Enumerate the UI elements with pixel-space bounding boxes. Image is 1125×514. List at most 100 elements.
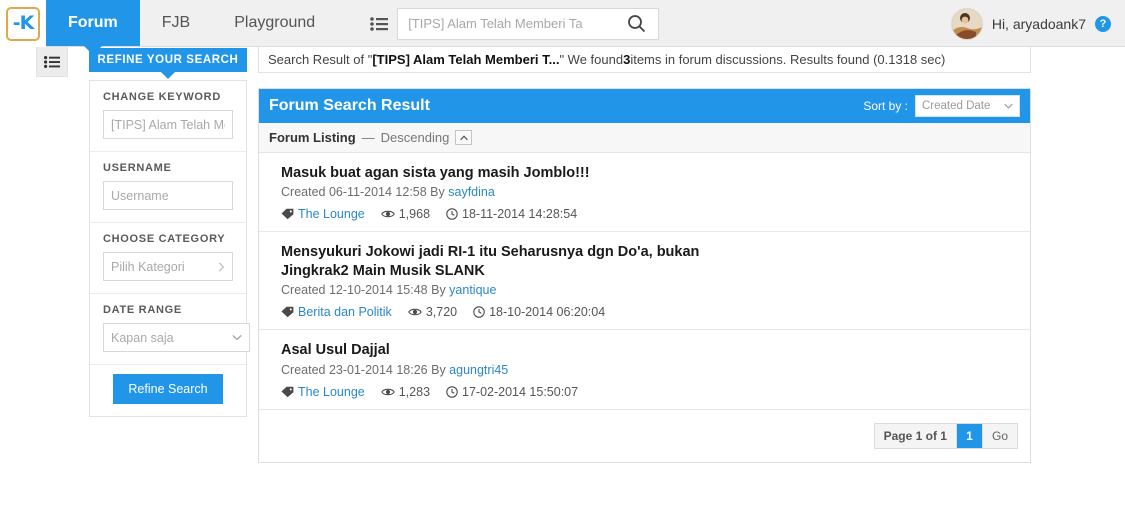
nav-tab-fjb[interactable]: FJB xyxy=(139,0,213,46)
forum-listing-label: Forum Listing xyxy=(269,130,356,145)
date-range-label: DATE RANGE xyxy=(103,304,182,316)
sort-by-value: Created Date xyxy=(922,100,991,112)
date-range-value: Kapan saja xyxy=(111,330,174,345)
list-item[interactable]: Mensyukuri Jokowi jadi RI-1 itu Seharusn… xyxy=(259,232,1030,331)
result-title[interactable]: Asal Usul Dajjal xyxy=(281,341,701,360)
result-meta: The Lounge 1,968 18-11-2014 14:28:54 xyxy=(281,207,1020,221)
choose-category-value: Pilih Kategori xyxy=(111,259,185,274)
result-created-prefix: Created 23-01-2014 18:26 By xyxy=(281,362,450,377)
choose-category-label: CHOOSE CATEGORY xyxy=(103,233,226,245)
notice-count: 3 xyxy=(623,52,631,67)
result-category-group[interactable]: Berita dan Politik xyxy=(281,305,392,319)
tag-icon xyxy=(281,306,294,318)
result-title[interactable]: Mensyukuri Jokowi jadi RI-1 itu Seharusn… xyxy=(281,243,701,281)
result-last-post-date: 17-02-2014 15:50:07 xyxy=(462,384,579,399)
eye-icon xyxy=(407,307,422,317)
result-lastpost-group: 17-02-2014 15:50:07 xyxy=(446,385,578,399)
refine-sidebar: CHANGE KEYWORD USERNAME CHOOSE CATEGORY … xyxy=(89,80,250,417)
go-button[interactable]: Go xyxy=(982,423,1017,448)
chevron-down-icon xyxy=(1004,103,1013,109)
result-created-prefix: Created 12-10-2014 15:48 By xyxy=(281,283,450,298)
result-author-link[interactable]: agungtri45 xyxy=(449,363,508,377)
list-item[interactable]: Masuk buat agan sista yang masih Jomblo!… xyxy=(259,153,1030,233)
pagination-row: Page 1 of 1 1 Go xyxy=(259,409,1030,462)
notice-suffix: items in forum discussions. Results foun… xyxy=(630,52,946,67)
result-category-link[interactable]: Berita dan Politik xyxy=(298,305,392,319)
site-logo[interactable]: -K xyxy=(0,0,46,47)
top-header: -K Forum FJB Playground [TIPS] Alam Tela… xyxy=(0,0,1125,55)
user-area[interactable]: Hi, aryadoank7 ? xyxy=(950,0,1125,47)
result-lastpost-group: 18-11-2014 14:28:54 xyxy=(446,207,577,221)
result-view-count: 3,720 xyxy=(425,305,458,320)
result-category-group[interactable]: The Lounge xyxy=(281,207,365,221)
search-icon[interactable] xyxy=(615,7,660,40)
logo-box-border: -K xyxy=(6,6,40,41)
username-input[interactable] xyxy=(103,181,233,210)
tag-icon xyxy=(281,386,294,398)
username-label: USERNAME xyxy=(103,162,172,174)
search-field-wrap xyxy=(397,7,616,40)
choose-category-select[interactable]: Pilih Kategori xyxy=(103,252,233,281)
result-created-prefix: Created 06-11-2014 12:58 By xyxy=(281,185,449,200)
change-keyword-input[interactable] xyxy=(103,110,233,139)
clock-icon xyxy=(446,385,458,398)
clock-icon xyxy=(473,306,485,319)
notice-query: [TIPS] Alam Telah Memberi T... xyxy=(372,52,560,67)
sort-by-select[interactable]: Created Date xyxy=(915,95,1020,117)
refine-tab-label: REFINE YOUR SEARCH xyxy=(97,54,239,66)
forum-listing-order: Descending xyxy=(380,130,450,145)
nav-tab-playground[interactable]: Playground xyxy=(212,0,338,46)
sidebar-block-username: USERNAME xyxy=(90,152,246,223)
result-views-group: 1,968 xyxy=(380,207,431,222)
forum-listing-bar: Forum Listing — Descending xyxy=(259,123,1030,153)
sort-control: Sort by : Created Date xyxy=(863,95,1020,117)
result-meta: The Lounge 1,283 17-02-2014 15:50:07 xyxy=(281,385,1020,399)
result-view-count: 1,968 xyxy=(398,207,431,222)
list-item[interactable]: Asal Usul Dajjal Created 23-01-2014 18:2… xyxy=(259,330,1030,410)
result-created: Created 23-01-2014 18:26 By agungtri45 xyxy=(281,363,1020,377)
avatar[interactable] xyxy=(950,7,983,40)
refine-your-search-tab[interactable]: REFINE YOUR SEARCH xyxy=(89,48,247,79)
nav-tab-forum[interactable]: Forum xyxy=(46,0,140,55)
result-author-link[interactable]: yantique xyxy=(449,283,496,297)
question-mark-icon[interactable]: ? xyxy=(1095,15,1111,32)
sort-direction-toggle-icon[interactable] xyxy=(455,130,473,145)
tag-icon xyxy=(281,208,294,220)
sidebar-block-daterange: DATE RANGE Kapan saja xyxy=(90,294,250,365)
kaskus-k-icon: -K xyxy=(12,12,35,34)
result-created: Created 06-11-2014 12:58 By sayfdina xyxy=(281,185,1020,199)
chevron-right-icon xyxy=(218,261,225,272)
result-view-count: 1,283 xyxy=(398,384,431,399)
result-title[interactable]: Masuk buat agan sista yang masih Jomblo!… xyxy=(281,164,701,183)
sidebar-block-category: CHOOSE CATEGORY Pilih Kategori xyxy=(90,223,246,294)
chevron-down-icon xyxy=(232,334,242,341)
result-meta: Berita dan Politik 3,720 18-10-2014 06:2… xyxy=(281,305,1020,319)
pagination: Page 1 of 1 1 Go xyxy=(873,422,1018,449)
user-greeting: Hi, aryadoank7 xyxy=(991,15,1086,32)
forum-search-result-panel: Forum Search Result Sort by : Created Da… xyxy=(258,88,1031,463)
result-category-link[interactable]: The Lounge xyxy=(298,385,365,399)
nav-tab-fjb-label: FJB xyxy=(161,14,191,31)
result-created: Created 12-10-2014 15:48 By yantique xyxy=(281,283,1020,297)
nav-tab-playground-label: Playground xyxy=(234,14,316,31)
sidebar-block-keyword: CHANGE KEYWORD xyxy=(90,81,246,152)
page-root: -K Forum FJB Playground [TIPS] Alam Tela… xyxy=(0,0,1125,514)
page-number-1[interactable]: 1 xyxy=(956,423,983,448)
page-info: Page 1 of 1 xyxy=(874,423,957,448)
date-range-select[interactable]: Kapan saja xyxy=(103,323,250,352)
search-input[interactable] xyxy=(406,15,608,32)
list-icon[interactable] xyxy=(361,7,398,40)
result-lastpost-group: 18-10-2014 06:20:04 xyxy=(473,305,605,319)
result-last-post-date: 18-10-2014 06:20:04 xyxy=(489,305,606,320)
notice-middle: " We found xyxy=(559,52,624,67)
nav-tab-forum-label: Forum xyxy=(68,14,118,31)
clock-icon xyxy=(446,208,458,220)
panel-header: Forum Search Result Sort by : Created Da… xyxy=(259,89,1030,123)
sidebar-list-toggle-icon[interactable] xyxy=(36,47,68,77)
sort-by-label: Sort by : xyxy=(863,99,908,113)
result-category-group[interactable]: The Lounge xyxy=(281,385,365,399)
refine-search-button[interactable]: Refine Search xyxy=(113,374,223,404)
result-category-link[interactable]: The Lounge xyxy=(298,207,365,221)
result-author-link[interactable]: sayfdina xyxy=(448,185,495,199)
page-title: Forum Search Result xyxy=(269,97,430,114)
